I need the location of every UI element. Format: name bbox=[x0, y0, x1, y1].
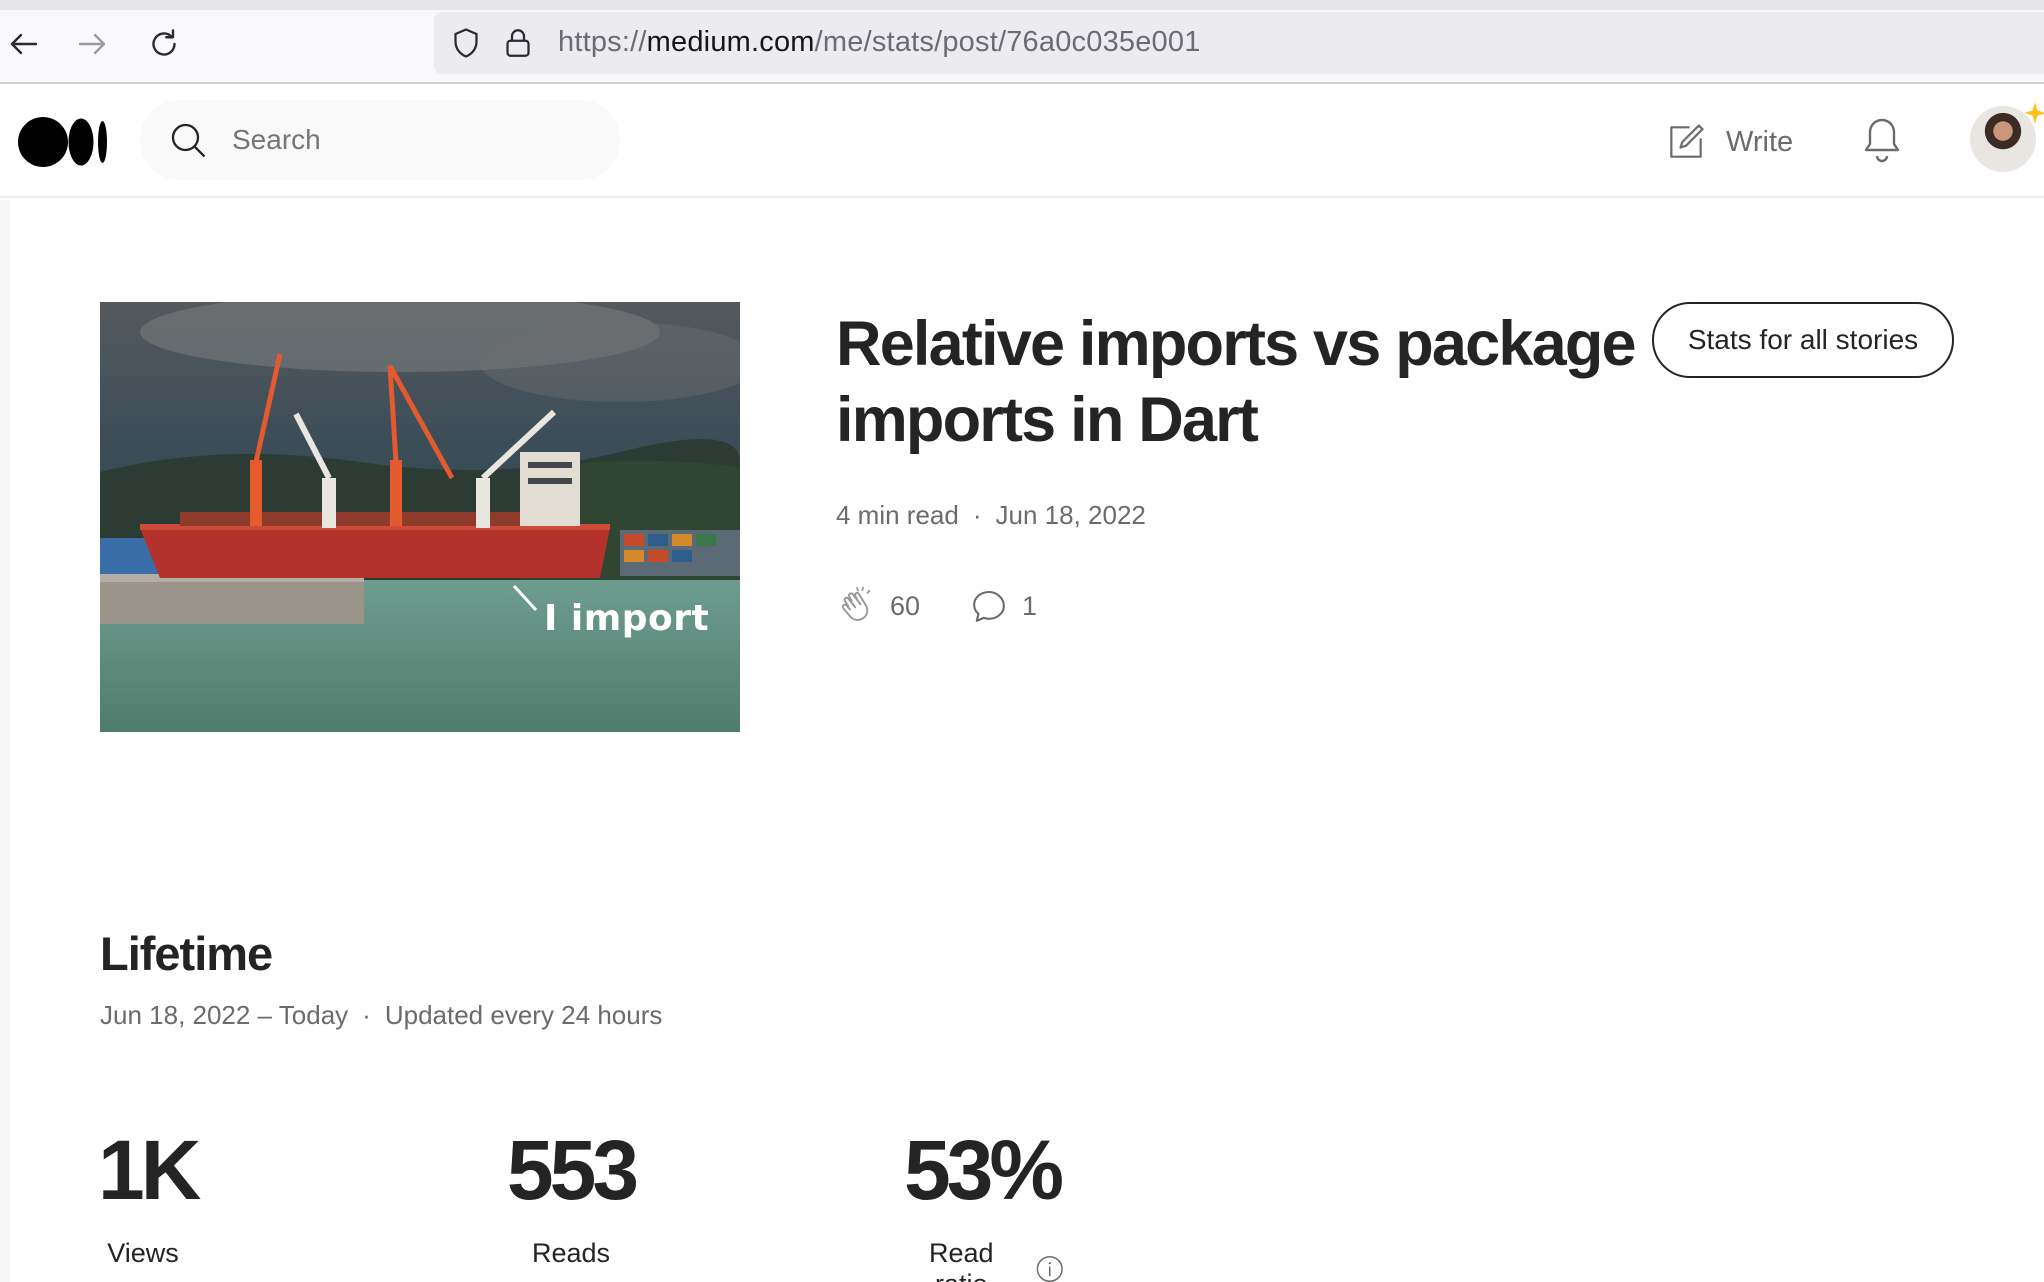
stats-for-all-stories-button[interactable]: Stats for all stories bbox=[1652, 302, 1954, 378]
write-label: Write bbox=[1726, 125, 1794, 158]
write-icon bbox=[1670, 124, 1704, 158]
bell-icon[interactable] bbox=[1858, 114, 1906, 166]
views-label: Views bbox=[98, 1238, 188, 1269]
url-domain: medium.com bbox=[646, 26, 815, 58]
post-cover-image[interactable]: I import bbox=[100, 302, 740, 732]
reads-label-text: Reads bbox=[531, 1238, 611, 1268]
membership-star-icon bbox=[2024, 102, 2044, 124]
cover-caption: I import bbox=[544, 598, 710, 639]
update-note: Updated every 24 hours bbox=[384, 1000, 663, 1030]
engagement-bar: 60 1 bbox=[836, 586, 1037, 626]
reads-label: Reads bbox=[498, 1238, 644, 1269]
views-stat: 1K Views bbox=[98, 1122, 201, 1269]
site-header: Write bbox=[0, 86, 2044, 198]
address-bar[interactable]: https://medium.com/me/stats/post/76a0c03… bbox=[434, 12, 2044, 74]
publish-date: Jun 18, 2022 bbox=[995, 500, 1146, 530]
read-ratio-stat: 53% Read ratio bbox=[900, 1122, 1064, 1282]
read-ratio-value: 53% bbox=[903, 1123, 1064, 1217]
reload-icon bbox=[152, 29, 176, 56]
clap-icon[interactable] bbox=[836, 585, 878, 627]
read-time: 4 min read bbox=[836, 500, 959, 530]
browser-toolbar: https://medium.com/me/stats/post/76a0c03… bbox=[0, 0, 2044, 84]
tab-strip-edge bbox=[0, 0, 2044, 10]
response-count: 1 bbox=[1022, 590, 1038, 621]
lifetime-subtitle: Jun 18, 2022 – Today · Updated every 24 ho… bbox=[100, 1000, 662, 1031]
cargo-ship-photo bbox=[100, 302, 740, 732]
medium-logo[interactable] bbox=[18, 114, 110, 170]
search-input[interactable] bbox=[232, 114, 592, 166]
back-button[interactable] bbox=[0, 20, 48, 68]
url-scheme: https:// bbox=[558, 26, 647, 58]
forward-button[interactable] bbox=[68, 20, 116, 68]
reads-stat: 553 Reads bbox=[498, 1122, 644, 1269]
arrow-right-icon bbox=[78, 33, 106, 55]
write-button[interactable]: Write bbox=[1664, 116, 1793, 168]
url-path: /me/stats/post/76a0c035e001 bbox=[814, 26, 1201, 58]
lifetime-heading: Lifetime bbox=[100, 927, 273, 980]
reads-value: 553 bbox=[506, 1123, 639, 1217]
clap-count: 60 bbox=[890, 590, 921, 621]
views-label-text: Views bbox=[107, 1238, 179, 1268]
read-ratio-label: Read ratio bbox=[900, 1238, 1064, 1282]
reload-button[interactable] bbox=[140, 20, 188, 68]
avatar[interactable] bbox=[1970, 102, 2044, 172]
info-icon[interactable] bbox=[1035, 1254, 1065, 1282]
search-box[interactable] bbox=[140, 100, 620, 180]
separator-dot: · bbox=[972, 500, 982, 530]
comment-icon[interactable] bbox=[968, 585, 1010, 627]
views-value: 1K bbox=[98, 1123, 201, 1217]
read-ratio-label-text: Read ratio bbox=[928, 1238, 994, 1282]
post-meta: 4 min read · Jun 18, 2022 bbox=[836, 500, 1146, 531]
date-range: Jun 18, 2022 – Today bbox=[100, 1000, 349, 1030]
search-icon bbox=[171, 123, 205, 157]
url-text[interactable]: https://medium.com/me/stats/post/76a0c03… bbox=[558, 26, 1201, 59]
arrow-left-icon bbox=[10, 33, 38, 55]
page-edge bbox=[0, 200, 10, 1282]
lock-icon[interactable] bbox=[500, 25, 536, 61]
shield-icon[interactable] bbox=[448, 25, 484, 61]
post-title[interactable]: Relative imports vs package imports in D… bbox=[836, 306, 1656, 458]
separator-dot: · bbox=[362, 1000, 371, 1030]
